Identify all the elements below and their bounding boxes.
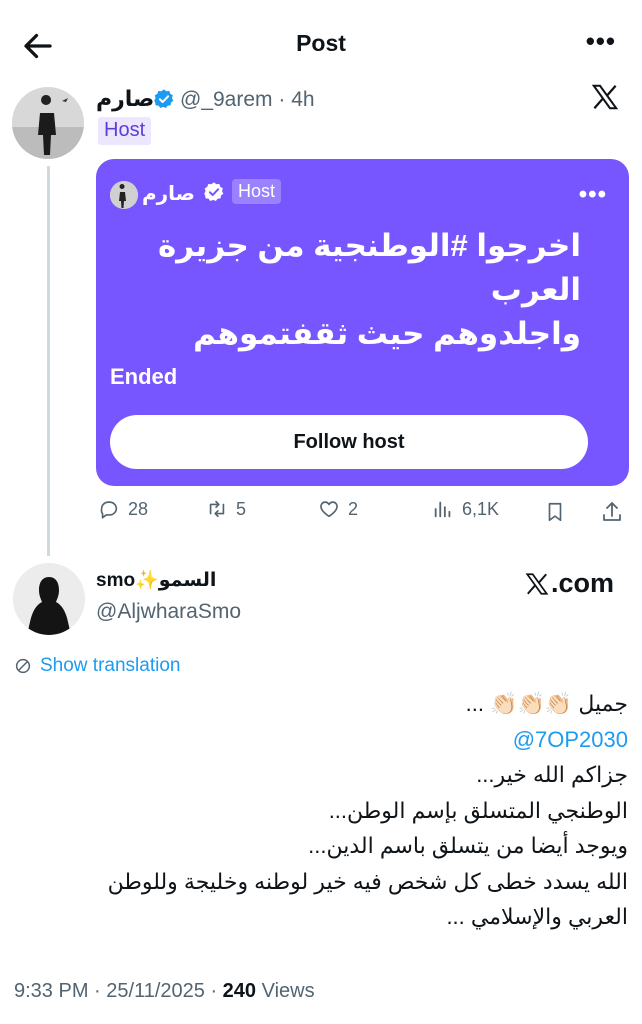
follow-host-button[interactable]: Follow host xyxy=(110,415,588,469)
bookmark-icon[interactable] xyxy=(544,500,566,524)
show-translation-link[interactable]: Show translation xyxy=(14,655,180,677)
space-more-icon[interactable]: ••• xyxy=(579,181,607,209)
space-card[interactable]: صارم Host ••• اخرجوا #الوطنجية من جزيرة … xyxy=(96,159,629,486)
views-label: Views xyxy=(261,980,315,1002)
repost-button[interactable]: 5 xyxy=(206,498,246,520)
x-com-watermark: .com xyxy=(524,568,614,599)
reply-button[interactable]: 28 xyxy=(98,498,148,520)
page-title: Post xyxy=(296,30,346,56)
post-time: 4h xyxy=(291,88,315,111)
avatar[interactable] xyxy=(12,87,84,159)
post-timestamp: 9:33 PM xyxy=(14,980,89,1002)
views-bar-icon xyxy=(434,501,451,518)
author-handle[interactable]: @_9arem · 4h xyxy=(180,88,315,112)
action-bar: 28 5 2 6,1K xyxy=(96,498,629,528)
reply-icon xyxy=(100,501,118,519)
views-count: 240 xyxy=(222,980,257,1002)
author-name[interactable]: صارم xyxy=(96,86,154,112)
post-meta: 9:33 PM · 25/11/2025 · 240 Views xyxy=(14,980,315,1002)
avatar[interactable] xyxy=(13,563,85,635)
more-options-icon[interactable]: ••• xyxy=(586,26,616,57)
author-name[interactable]: smo✨السمو xyxy=(96,568,216,592)
like-button[interactable]: 2 xyxy=(318,498,358,520)
views-button[interactable]: 6,1K xyxy=(432,498,499,520)
mention-link[interactable]: @7OP2030 xyxy=(513,727,628,752)
heart-icon xyxy=(320,501,338,518)
x-logo-icon xyxy=(525,572,549,595)
translate-icon xyxy=(15,658,31,674)
space-status: Ended xyxy=(110,364,178,389)
verified-badge-icon xyxy=(204,182,224,201)
author-handle[interactable]: @AljwharaSmo xyxy=(96,600,241,624)
space-title: اخرجوا #الوطنجية من جزيرة العرب واجلدوهم… xyxy=(157,228,581,351)
repost-icon xyxy=(209,500,225,518)
x-logo-icon xyxy=(591,84,619,110)
space-host-avatar xyxy=(110,181,138,209)
thread-line xyxy=(47,166,50,556)
space-host-name: صارم xyxy=(142,183,196,205)
post-text: جميل 👏🏻👏🏻👏🏻 ... @7OP2030 جزاكم الله خير.… xyxy=(107,691,628,929)
top-bar: Post ••• xyxy=(0,0,642,88)
share-icon[interactable] xyxy=(600,500,624,524)
space-host-tag: Host xyxy=(232,179,282,204)
post-date: 25/11/2025 xyxy=(106,980,205,1002)
host-tag: Host xyxy=(98,117,152,145)
verified-badge-icon xyxy=(154,89,174,108)
